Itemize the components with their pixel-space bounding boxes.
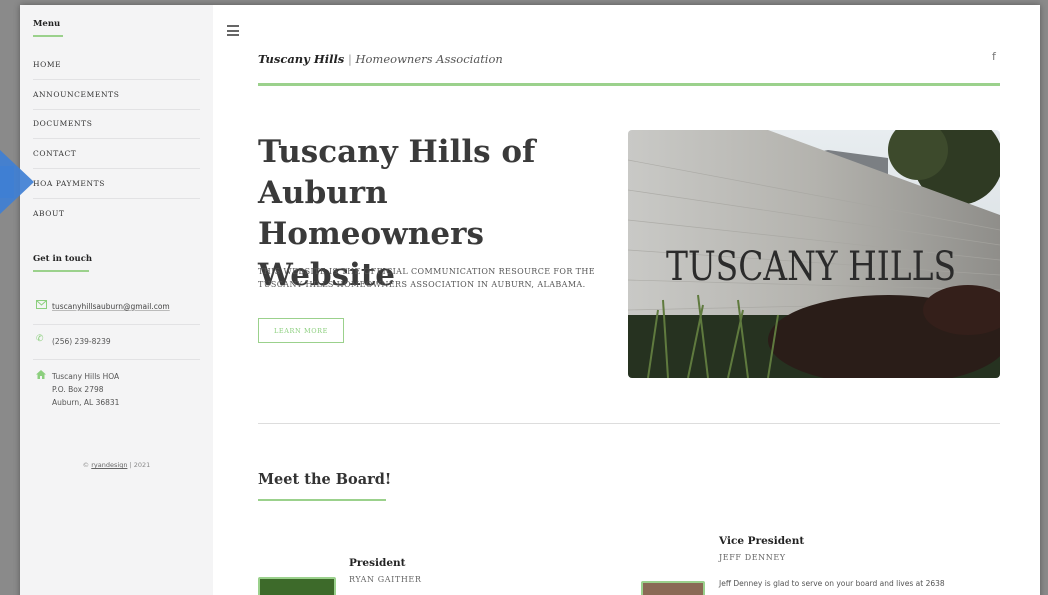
email-link[interactable]: tuscanyhillsauburn@gmail.com	[52, 302, 170, 311]
contact-list: tuscanyhillsauburn@gmail.com ✆ (256) 239…	[33, 290, 200, 420]
sidebar-item-home[interactable]: HOME	[33, 50, 200, 80]
sidebar-item-hoa-payments[interactable]: HOA PAYMENTS	[33, 169, 200, 199]
hamburger-menu-icon[interactable]	[227, 25, 239, 39]
site-brand[interactable]: Tuscany Hills | Homeowners Association	[258, 52, 503, 66]
president-avatar	[258, 577, 336, 595]
board-heading: Meet the Board!	[258, 471, 392, 488]
address: Tuscany Hills HOA P.O. Box 2798 Auburn, …	[52, 372, 120, 407]
sign-text: TUSCANY HILLS	[666, 244, 956, 290]
pointer-arrow-icon	[0, 150, 34, 214]
contact-heading-underline	[33, 270, 89, 272]
phone-icon: ✆	[36, 334, 44, 344]
home-icon	[36, 370, 52, 382]
phone-number: (256) 239-8239	[52, 337, 111, 346]
copyright: © ryandesign | 2021	[82, 461, 151, 469]
browser-page: Menu HOME ANNOUNCEMENTS DOCUMENTS CONTAC…	[20, 5, 1040, 595]
contact-heading: Get in touch	[33, 254, 92, 272]
facebook-icon[interactable]: f	[992, 50, 996, 63]
contact-address-row: Tuscany Hills HOA P.O. Box 2798 Auburn, …	[33, 360, 200, 420]
sidebar-item-contact[interactable]: CONTACT	[33, 139, 200, 170]
contact-phone-row: ✆ (256) 239-8239	[33, 325, 200, 360]
vice-president-role: Vice President	[719, 535, 805, 547]
sidebar-item-about[interactable]: ABOUT	[33, 199, 200, 229]
vice-president-name: JEFF DENNEY	[719, 553, 786, 562]
president-role: President	[349, 557, 406, 569]
designer-link[interactable]: ryandesign	[91, 461, 127, 469]
sidebar-item-announcements[interactable]: ANNOUNCEMENTS	[33, 80, 200, 110]
hero-image: TUSCANY HILLS	[628, 130, 1000, 378]
president-name: RYAN GAITHER	[349, 575, 422, 584]
menu-heading-underline	[33, 35, 63, 37]
board-heading-underline	[258, 499, 386, 501]
header-divider	[258, 83, 1000, 86]
sidebar-menu: HOME ANNOUNCEMENTS DOCUMENTS CONTACT HOA…	[33, 50, 200, 229]
vice-president-bio: Jeff Denney is glad to serve on your boa…	[719, 579, 945, 588]
menu-heading: Menu	[33, 19, 63, 37]
section-divider	[258, 423, 1000, 424]
vice-president-avatar	[641, 581, 705, 595]
contact-email-row: tuscanyhillsauburn@gmail.com	[33, 290, 200, 325]
envelope-icon	[36, 300, 52, 312]
sidebar-item-documents[interactable]: DOCUMENTS	[33, 110, 200, 140]
sidebar: Menu HOME ANNOUNCEMENTS DOCUMENTS CONTAC…	[20, 5, 213, 595]
hero-description: THIS WEBSITE IS THE OFFICIAL COMMUNICATI…	[258, 267, 596, 289]
learn-more-button[interactable]: LEARN MORE	[258, 318, 344, 343]
